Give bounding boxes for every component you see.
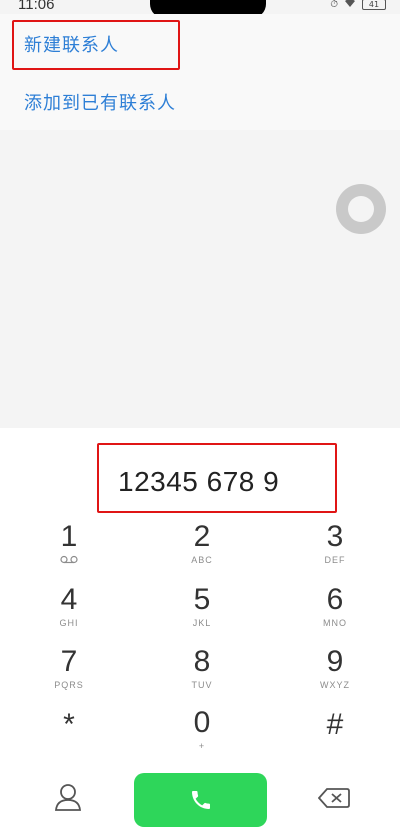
call-button[interactable] — [134, 773, 267, 827]
key-digit: 1 — [60, 520, 78, 553]
add-to-existing-label: 添加到已有联系人 — [24, 93, 176, 114]
dialer-screen: 11:06 ⏱ 41 新建联系人 添加到已有联系人 12345 678 9 1 — [0, 0, 400, 831]
key-letters: TUV — [191, 680, 213, 690]
battery-icon: 41 — [362, 0, 386, 10]
key-3[interactable]: 3 DEF — [285, 520, 385, 580]
wifi-icon — [344, 0, 356, 11]
key-letters: GHI — [59, 618, 79, 628]
key-7[interactable]: 7 PQRS — [19, 645, 119, 705]
backspace-icon[interactable] — [317, 787, 350, 809]
status-icons: ⏱ 41 — [330, 0, 386, 11]
contact-options-menu: 新建联系人 添加到已有联系人 — [0, 14, 400, 130]
status-bar: 11:06 ⏱ 41 — [0, 0, 400, 18]
key-letters: ABC — [191, 555, 213, 565]
key-8[interactable]: 8 TUV — [152, 645, 252, 705]
key-digit: 0 — [193, 706, 211, 739]
phone-icon — [191, 791, 210, 809]
dialed-number: 12345 678 9 — [118, 466, 280, 497]
floating-assist-inner — [348, 196, 374, 222]
contacts-icon[interactable] — [54, 782, 82, 812]
add-to-existing-contact-option[interactable]: 添加到已有联系人 — [0, 74, 400, 130]
new-contact-option[interactable]: 新建联系人 — [0, 14, 400, 74]
key-letters: WXYZ — [320, 680, 350, 690]
key-digit: 2 — [193, 520, 211, 553]
key-digit: 6 — [326, 583, 344, 616]
key-star[interactable]: * — [19, 708, 119, 768]
key-digit: 7 — [60, 645, 78, 678]
key-9[interactable]: 9 WXYZ — [285, 645, 385, 705]
key-digit: # — [326, 708, 344, 741]
key-letters: PQRS — [54, 680, 84, 690]
key-1[interactable]: 1 — [19, 520, 119, 580]
key-4[interactable]: 4 GHI — [19, 583, 119, 643]
new-contact-label: 新建联系人 — [24, 35, 119, 56]
key-digit: 9 — [326, 645, 344, 678]
key-letters: MNO — [323, 618, 347, 628]
key-6[interactable]: 6 MNO — [285, 583, 385, 643]
key-0[interactable]: 0 + — [152, 706, 252, 766]
status-time: 11:06 — [18, 0, 55, 13]
dialer-action-row — [0, 770, 400, 830]
key-digit: 3 — [326, 520, 344, 553]
dial-pad: 12345 678 9 1 2 ABC 3 DEF 4 GHI 5 JKL 6 — [0, 428, 400, 831]
floating-assist-button[interactable] — [336, 184, 386, 234]
alarm-icon: ⏱ — [330, 0, 338, 10]
key-digit: * — [63, 708, 75, 741]
key-hash[interactable]: # — [285, 708, 385, 768]
voicemail-icon — [19, 555, 119, 566]
key-letters: + — [198, 741, 206, 751]
key-letters: DEF — [324, 555, 346, 565]
key-5[interactable]: 5 JKL — [152, 583, 252, 643]
key-letters: JKL — [192, 618, 212, 628]
key-digit: 4 — [60, 583, 78, 616]
key-2[interactable]: 2 ABC — [152, 520, 252, 580]
key-digit: 5 — [193, 583, 211, 616]
key-digit: 8 — [193, 645, 211, 678]
